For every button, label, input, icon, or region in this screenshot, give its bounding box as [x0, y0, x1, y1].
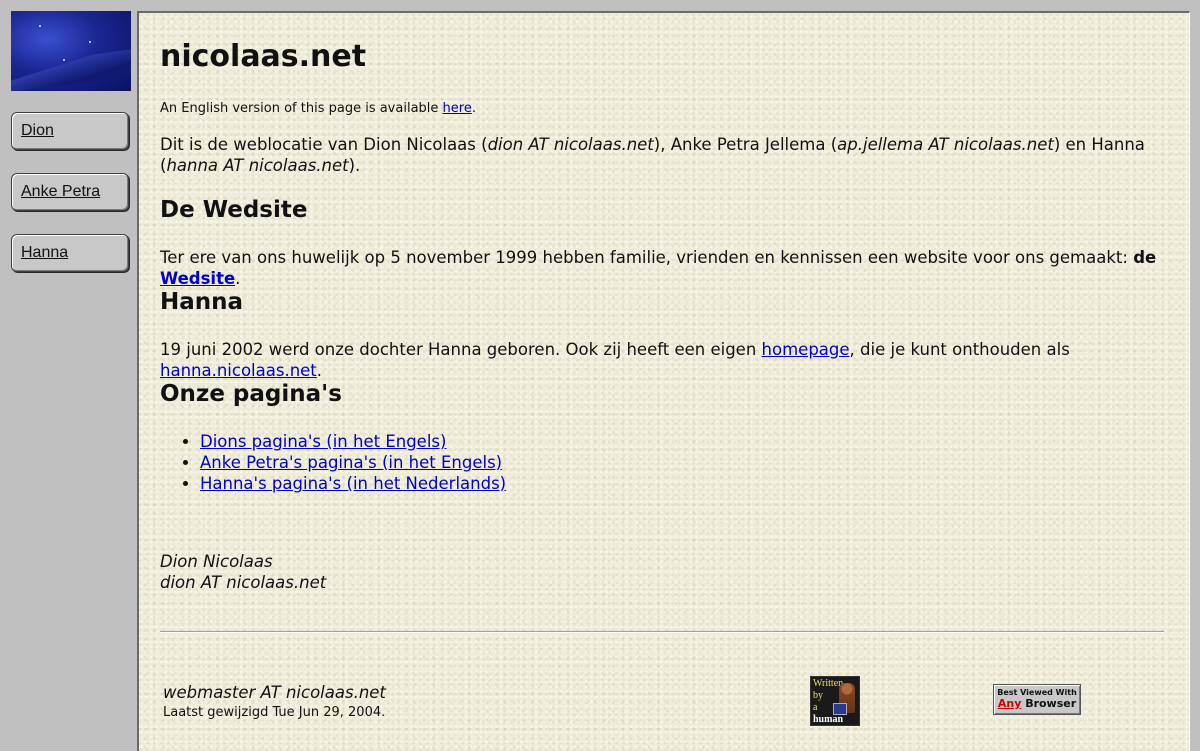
- intro-paragraph: Dit is de weblocatie van Dion Nicolaas (…: [160, 134, 1160, 176]
- page-title: nicolaas.net: [160, 39, 367, 74]
- wedsite-link[interactable]: Wedsite: [160, 269, 235, 288]
- mountain-ridge: [11, 46, 131, 91]
- pages-list: Dions pagina's (in het Engels) Anke Petr…: [160, 431, 506, 494]
- badge-browser-line2: Any Browser: [994, 697, 1080, 710]
- main-content-panel: nicolaas.net An English version of this …: [137, 11, 1190, 751]
- heading-hanna: Hanna: [160, 289, 244, 315]
- heading-pages: Onze pagina's: [160, 381, 342, 407]
- computer-monitor-icon: [833, 703, 847, 715]
- english-notice-suffix: .: [471, 101, 476, 116]
- wedsite-text: Ter ere van ons huwelijk op 5 november 1…: [160, 248, 1134, 267]
- signature-email: dion AT nicolaas.net: [160, 573, 327, 592]
- english-notice-text: An English version of this page is avail…: [160, 101, 443, 116]
- signature-name: Dion Nicolaas: [160, 552, 273, 571]
- anke-petra-pages-link[interactable]: Anke Petra's pagina's (in het Engels): [200, 453, 502, 472]
- hanna-text-3: .: [316, 361, 323, 380]
- sidebar-item-label[interactable]: Anke Petra: [12, 183, 100, 201]
- english-version-link[interactable]: here: [443, 101, 472, 116]
- footer-divider: [160, 631, 1164, 633]
- wedsite-paragraph: Ter ere van ons huwelijk op 5 november 1…: [160, 247, 1160, 289]
- email-hanna: hanna AT nicolaas.net: [166, 156, 349, 175]
- english-notice: An English version of this page is avail…: [160, 101, 476, 116]
- hanna-paragraph: 19 juni 2002 werd onze dochter Hanna geb…: [160, 339, 1160, 381]
- list-item: Anke Petra's pagina's (in het Engels): [200, 452, 506, 473]
- written-by-human-badge[interactable]: Written by a human: [810, 676, 860, 726]
- badge-browser-word: Browser: [1021, 697, 1077, 710]
- badge-browser-any: Any: [997, 697, 1022, 710]
- hanna-homepage-link[interactable]: homepage: [762, 340, 850, 359]
- badge-line: human: [813, 714, 844, 725]
- signature: Dion Nicolaas dion AT nicolaas.net: [160, 551, 326, 593]
- badge-browser-line1: Best Viewed With: [997, 688, 1077, 697]
- hanna-domain-link[interactable]: hanna.nicolaas.net: [160, 361, 317, 380]
- hanna-text-2: , die je kunt onthouden als: [849, 340, 1070, 359]
- intro-text-2: ), Anke Petra Jellema (: [653, 135, 838, 154]
- email-ap: ap.jellema AT nicolaas.net: [837, 135, 1054, 154]
- wedsite-suffix: .: [235, 269, 241, 288]
- sidebar-item-label[interactable]: Dion: [12, 122, 54, 140]
- last-modified: Laatst gewijzigd Tue Jun 29, 2004.: [163, 705, 386, 720]
- star-dot: [39, 25, 41, 27]
- sidebar-item-label[interactable]: Hanna: [12, 244, 68, 262]
- email-dion: dion AT nicolaas.net: [487, 135, 654, 154]
- sidebar-item-dion[interactable]: Dion: [11, 112, 129, 150]
- sidebar-item-anke-petra[interactable]: Anke Petra: [11, 173, 129, 211]
- sidebar-item-hanna[interactable]: Hanna: [11, 234, 129, 272]
- heading-wedsite: De Wedsite: [160, 197, 308, 223]
- webmaster-email: webmaster AT nicolaas.net: [163, 683, 386, 702]
- hanna-pages-link[interactable]: Hanna's pagina's (in het Nederlands): [200, 474, 506, 493]
- site-logo-image: [11, 11, 131, 91]
- list-item: Dions pagina's (in het Engels): [200, 431, 506, 452]
- list-item: Hanna's pagina's (in het Nederlands): [200, 473, 506, 494]
- intro-text-4: ).: [348, 156, 361, 175]
- wedsite-bold-de: de: [1133, 248, 1157, 267]
- dion-pages-link[interactable]: Dions pagina's (in het Engels): [200, 432, 446, 451]
- any-browser-badge[interactable]: Best Viewed With Any Browser: [993, 684, 1081, 715]
- hanna-text-1: 19 juni 2002 werd onze dochter Hanna geb…: [160, 340, 762, 359]
- intro-text-1: Dit is de weblocatie van Dion Nicolaas (: [160, 135, 488, 154]
- star-dot: [89, 41, 91, 43]
